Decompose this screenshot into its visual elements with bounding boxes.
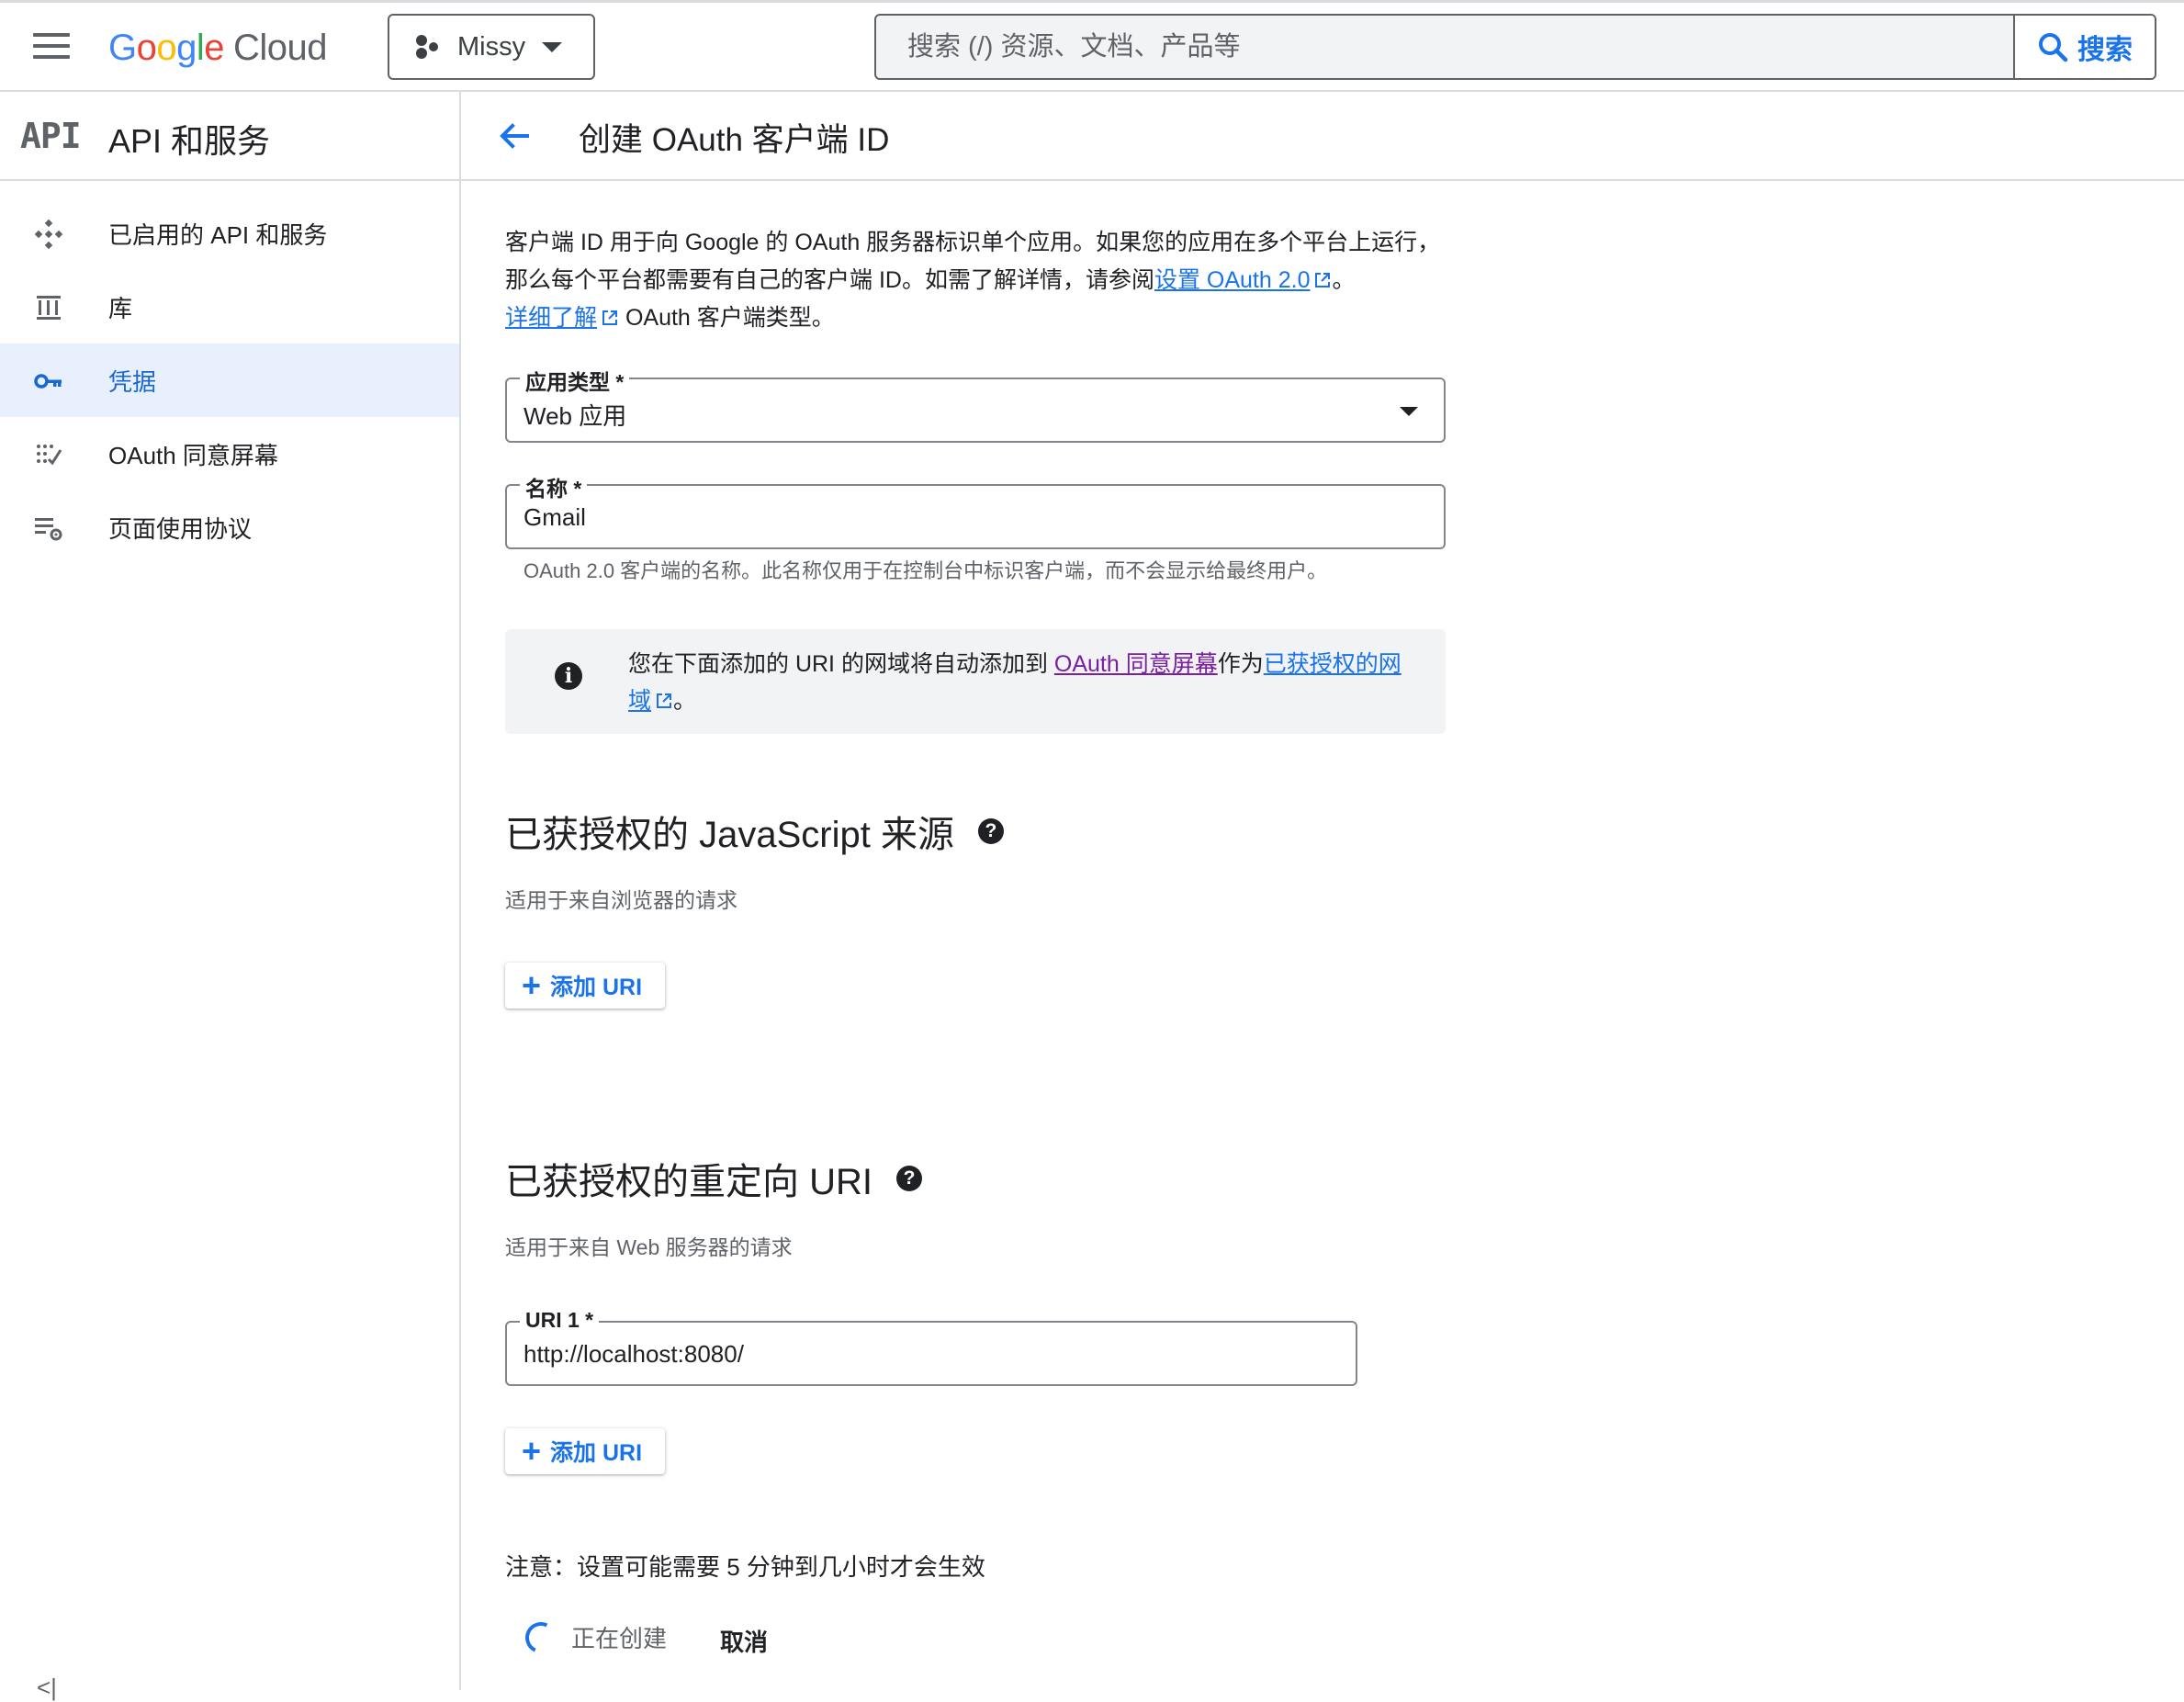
plus-icon: + [522, 1432, 542, 1470]
chevron-down-icon [542, 41, 563, 52]
sidebar-item-label: OAuth 同意屏幕 [108, 441, 278, 469]
cancel-button[interactable]: 取消 [720, 1624, 768, 1658]
info-text-part: 作为 [1217, 651, 1264, 677]
redirect-uris-heading: 已获授权的重定向 URI ? [505, 1152, 922, 1205]
project-picker-button[interactable]: Missy [388, 14, 595, 80]
js-origins-subtitle: 适用于来自浏览器的请求 [505, 888, 737, 912]
intro-tail: OAuth 客户端类型。 [619, 305, 835, 331]
main-menu-icon[interactable] [33, 33, 70, 61]
back-arrow-icon[interactable] [494, 116, 535, 156]
key-icon [34, 374, 62, 389]
library-icon [37, 296, 61, 320]
sidebar-item-label: 凭据 [108, 367, 157, 396]
help-icon[interactable]: ? [896, 1166, 922, 1191]
info-text-part: 。 [673, 688, 697, 714]
name-label: 名称 * [520, 471, 588, 502]
creating-label: 正在创建 [571, 1625, 668, 1652]
collapse-sidebar-icon[interactable]: <| [37, 1674, 57, 1702]
application-type-select[interactable]: 应用类型 * Web 应用 [505, 365, 1446, 443]
sidebar-item-label: 库 [108, 294, 133, 322]
sidebar-item-credentials[interactable]: 凭据 [0, 344, 459, 417]
info-text-part: 您在下面添加的 URI 的网域将自动添加到 [628, 651, 1054, 677]
project-name: Missy [457, 31, 526, 62]
external-link-icon [602, 310, 618, 325]
uri-1-input[interactable] [523, 1336, 1288, 1372]
setup-oauth-link-text: 设置 OAuth 2.0 [1154, 267, 1311, 293]
sidebar-item-label: 已启用的 API 和服务 [108, 220, 328, 249]
redirect-uris-title: 已获授权的重定向 URI [505, 1162, 872, 1202]
sidebar-header: API API 和服务 [0, 92, 459, 181]
top-divider [0, 0, 2184, 3]
logo-letter: e [204, 27, 225, 68]
add-uri-label: 添加 URI [550, 975, 643, 1000]
google-cloud-logo[interactable]: Google Cloud [108, 20, 328, 75]
logo-letter: o [156, 27, 177, 68]
learn-more-link[interactable]: 详细了解 [505, 305, 619, 331]
top-app-bar: Google Cloud Missy 搜索 [0, 0, 2184, 92]
search-button-label: 搜索 [2077, 35, 2133, 65]
help-icon[interactable]: ? [977, 818, 1004, 844]
sidebar-item-enabled-apis[interactable]: 已启用的 API 和服务 [0, 197, 459, 270]
uri-1-field: URI 1 * [505, 1308, 1357, 1386]
uri-1-label: URI 1 * [520, 1308, 600, 1333]
setup-oauth-link[interactable]: 设置 OAuth 2.0 [1154, 267, 1333, 293]
settings-delay-note: 注意：设置可能需要 5 分钟到几小时才会生效 [505, 1553, 985, 1581]
search-icon [2039, 33, 2068, 62]
consent-icon [37, 445, 62, 466]
logo-letter: o [136, 27, 157, 68]
logo-letter: l [196, 27, 205, 68]
info-text: 您在下面添加的 URI 的网域将自动添加到 OAuth 同意屏幕作为已获授权的网… [628, 646, 1418, 719]
page-header: 创建 OAuth 客户端 ID [461, 92, 2184, 181]
logo-letter: g [176, 27, 197, 68]
loading-spinner-icon [521, 1617, 561, 1658]
plus-icon: + [522, 966, 542, 1004]
settings-list-icon [35, 518, 62, 541]
search-bar: 搜索 [874, 14, 2156, 80]
name-help-text: OAuth 2.0 客户端的名称。此名称仅用于在控制台中标识客户端，而不会显示给… [523, 559, 1328, 582]
search-button[interactable]: 搜索 [2013, 16, 2155, 78]
sidebar-item-oauth-consent[interactable]: OAuth 同意屏幕 [0, 417, 459, 490]
add-uri-label: 添加 URI [550, 1440, 643, 1466]
sidebar-item-library[interactable]: 库 [0, 270, 459, 344]
js-origins-heading: 已获授权的 JavaScript 来源 ? [505, 805, 1004, 858]
application-type-value: Web 应用 [523, 402, 627, 430]
api-grid-icon [34, 219, 63, 250]
oauth-consent-link[interactable]: OAuth 同意屏幕 [1054, 651, 1218, 677]
search-input[interactable] [876, 16, 2015, 78]
create-button-busy: 正在创建 [521, 1617, 668, 1658]
add-js-origin-uri-button[interactable]: + 添加 URI [505, 963, 665, 1009]
learn-more-link-text: 详细了解 [505, 305, 598, 331]
sidebar-item-label: 页面使用协议 [108, 514, 253, 543]
dropdown-arrow-icon [1400, 407, 1418, 416]
sidebar: API API 和服务 已启用的 API 和服务 库 凭据 OAuth 同意屏幕 [0, 92, 461, 1690]
redirect-uris-subtitle: 适用于来自 Web 服务器的请求 [505, 1235, 793, 1259]
add-redirect-uri-button[interactable]: + 添加 URI [505, 1428, 665, 1474]
logo-letter: G [108, 27, 137, 68]
intro-text: 客户端 ID 用于向 Google 的 OAuth 服务器标识单个应用。如果您的… [505, 224, 1442, 337]
sidebar-item-page-usage-agreements[interactable]: 页面使用协议 [0, 490, 459, 564]
name-input[interactable] [523, 499, 1367, 535]
api-logo-icon: API [20, 116, 82, 156]
external-link-icon [657, 693, 672, 708]
external-link-icon [1315, 273, 1331, 287]
info-icon: i [555, 662, 582, 690]
info-banner: i 您在下面添加的 URI 的网域将自动添加到 OAuth 同意屏幕作为已获授权… [505, 629, 1446, 734]
page-title: 创建 OAuth 客户端 ID [579, 122, 890, 158]
sidebar-title: API 和服务 [108, 122, 271, 160]
logo-cloud-text: Cloud [233, 27, 328, 68]
name-field: 名称 * [505, 471, 1446, 549]
js-origins-title: 已获授权的 JavaScript 来源 [505, 815, 954, 855]
application-type-label: 应用类型 * [520, 365, 630, 396]
intro-punct: 。 [1332, 267, 1356, 293]
project-icon [416, 35, 438, 59]
